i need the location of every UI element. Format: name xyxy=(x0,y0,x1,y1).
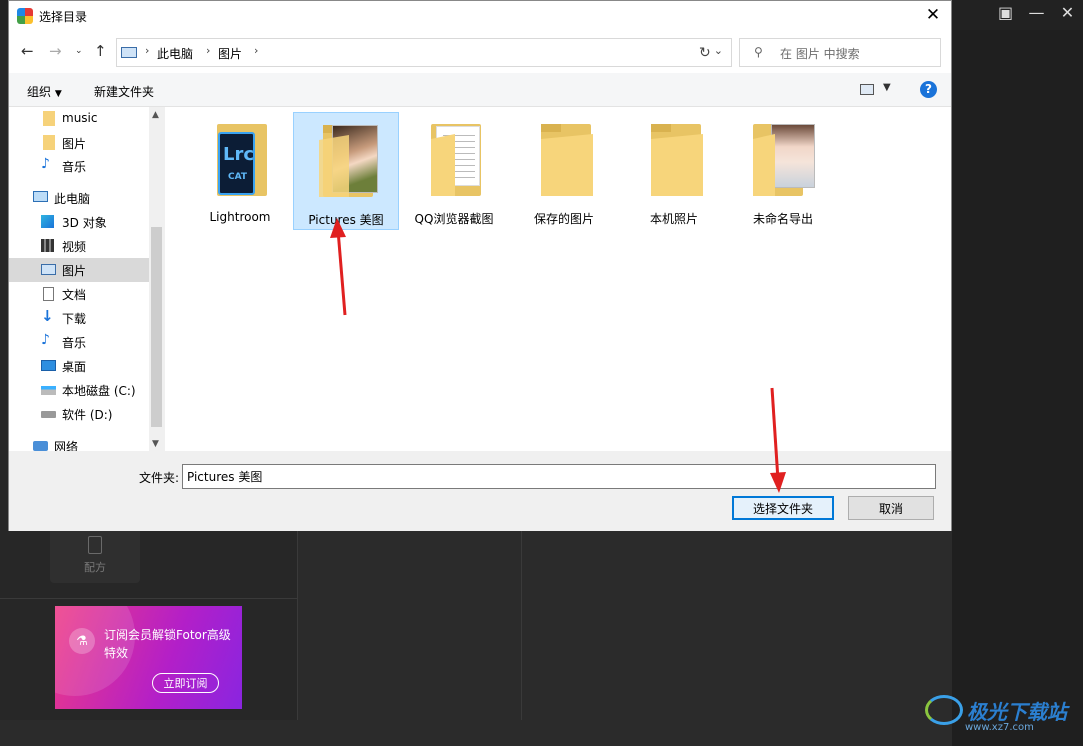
annotation-arrow-folder xyxy=(330,218,347,316)
arrow-shaft xyxy=(336,229,347,316)
arrow-shaft xyxy=(770,387,780,481)
arrow-head xyxy=(770,472,786,493)
annotation-arrow-button xyxy=(770,387,786,493)
arrow-head xyxy=(330,218,346,238)
annotation-arrows xyxy=(330,218,786,493)
